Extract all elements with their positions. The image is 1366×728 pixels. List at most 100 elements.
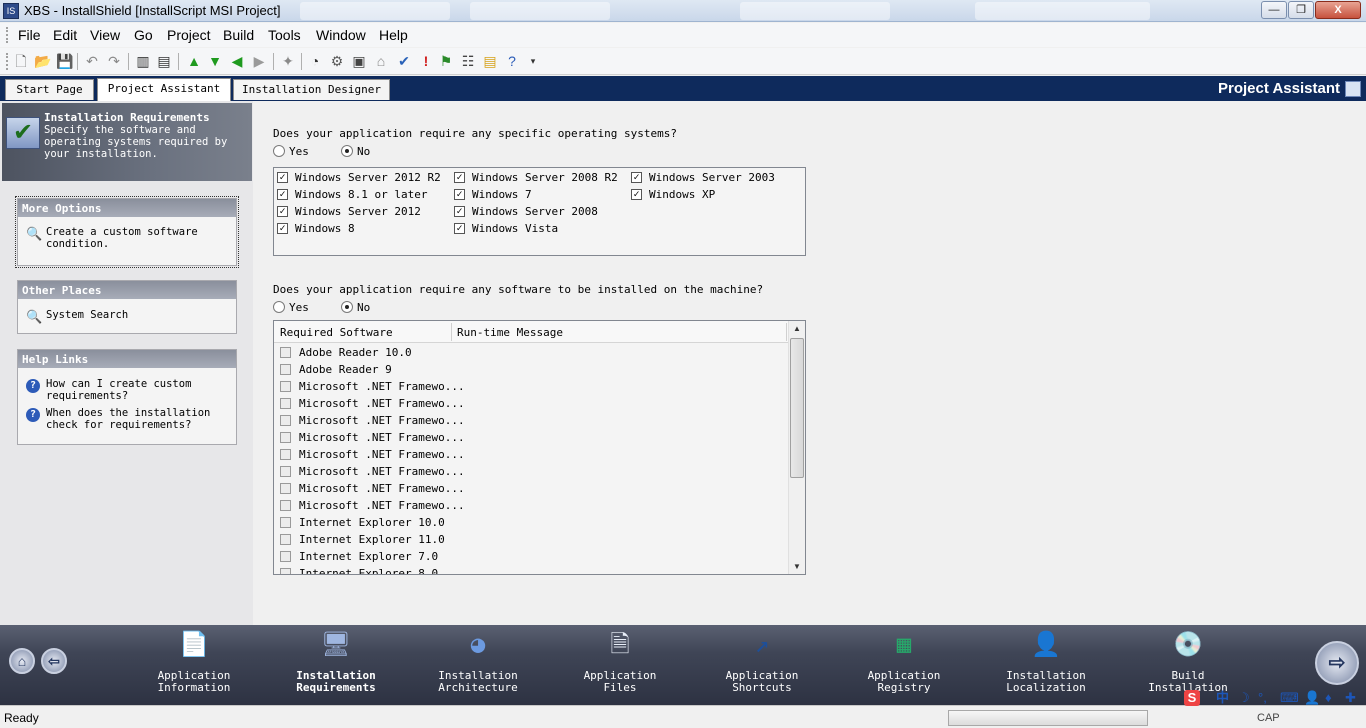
- menu-build[interactable]: Build: [223, 27, 254, 43]
- checkbox-unchecked[interactable]: [280, 381, 291, 392]
- scrollbar-thumb[interactable]: [790, 338, 804, 478]
- tab-start-page[interactable]: Start Page: [5, 79, 94, 100]
- menu-file[interactable]: File: [18, 27, 41, 43]
- menu-help[interactable]: Help: [379, 27, 408, 43]
- software-yes-radio[interactable]: [273, 301, 285, 313]
- close-button[interactable]: X: [1315, 1, 1361, 19]
- moon-icon[interactable]: ☽: [1238, 690, 1250, 706]
- arrow-left-icon[interactable]: ◀: [229, 53, 245, 69]
- checkbox-checked[interactable]: ✓: [277, 223, 288, 234]
- checkbox-unchecked[interactable]: [280, 517, 291, 528]
- compile-icon[interactable]: ◔: [307, 53, 323, 69]
- menu-go[interactable]: Go: [134, 27, 153, 43]
- arrow-right-icon[interactable]: ▶: [251, 53, 267, 69]
- next-button[interactable]: ⇨: [1315, 641, 1359, 685]
- software-name: Microsoft .NET Framewo...: [299, 465, 465, 478]
- os-no-radio[interactable]: [341, 145, 353, 157]
- software-list-scrollbar[interactable]: ▲ ▼: [788, 321, 805, 574]
- arrow-down-icon[interactable]: ▼: [207, 53, 223, 69]
- checkbox-unchecked[interactable]: [280, 432, 291, 443]
- build-icon: 💿: [1173, 630, 1203, 658]
- checkbox-unchecked[interactable]: [280, 364, 291, 375]
- debug-icon[interactable]: ☷: [460, 53, 476, 69]
- validate-icon[interactable]: ✔: [396, 53, 412, 69]
- column-divider[interactable]: [451, 323, 452, 341]
- ime-chinese-mode[interactable]: 中: [1216, 690, 1229, 706]
- menu-tools[interactable]: Tools: [268, 27, 301, 43]
- checkbox-unchecked[interactable]: [280, 534, 291, 545]
- user-icon[interactable]: 👤: [1304, 690, 1320, 706]
- tab-installation-designer[interactable]: Installation Designer: [233, 79, 390, 100]
- scroll-up-arrow-icon[interactable]: ▲: [789, 321, 805, 337]
- arrow-up-icon[interactable]: ▲: [186, 53, 202, 69]
- checkbox-checked[interactable]: ✓: [277, 206, 288, 217]
- save-icon[interactable]: 💾: [56, 53, 73, 69]
- step-installation-architecture[interactable]: ◕ Installation Architecture: [418, 628, 538, 694]
- checkbox-unchecked[interactable]: [280, 568, 291, 574]
- toolbar-overflow-icon[interactable]: ▾: [525, 53, 541, 69]
- step-installation-requirements[interactable]: 🖥 Installation Requirements: [276, 628, 396, 694]
- home-button[interactable]: ⌂: [9, 648, 35, 674]
- checkbox-checked[interactable]: ✓: [631, 172, 642, 183]
- checkbox-unchecked[interactable]: [280, 347, 291, 358]
- release-icon[interactable]: ▣: [351, 53, 367, 69]
- run-icon[interactable]: ⚑: [438, 53, 454, 69]
- package-icon[interactable]: ▤: [482, 53, 498, 69]
- tools-icon[interactable]: ✚: [1345, 690, 1356, 706]
- checkbox-checked[interactable]: ✓: [277, 172, 288, 183]
- checkbox-checked[interactable]: ✓: [454, 206, 465, 217]
- menu-view[interactable]: View: [90, 27, 120, 43]
- panel-right-icon[interactable]: ▤: [156, 53, 172, 69]
- checkbox-checked[interactable]: ✓: [454, 172, 465, 183]
- stop-icon[interactable]: !: [418, 53, 434, 69]
- tab-project-assistant[interactable]: Project Assistant: [97, 78, 231, 101]
- build-icon[interactable]: ⚙: [329, 53, 345, 69]
- checkbox-unchecked[interactable]: [280, 449, 291, 460]
- keyboard-icon[interactable]: ⌨: [1280, 690, 1299, 706]
- checkbox-unchecked[interactable]: [280, 398, 291, 409]
- checkbox-checked[interactable]: ✓: [454, 189, 465, 200]
- menu-window[interactable]: Window: [316, 27, 366, 43]
- architecture-icon: ◕: [470, 630, 486, 658]
- menu-project[interactable]: Project: [167, 27, 211, 43]
- step-installation-localization[interactable]: 👤 Installation Localization: [986, 628, 1106, 694]
- open-folder-icon[interactable]: 📂: [34, 53, 51, 69]
- software-no-radio[interactable]: [341, 301, 353, 313]
- checkbox-unchecked[interactable]: [280, 415, 291, 426]
- checkbox-unchecked[interactable]: [280, 466, 291, 477]
- checkbox-checked[interactable]: ✓: [631, 189, 642, 200]
- help-icon[interactable]: ?: [504, 53, 520, 69]
- shirt-icon[interactable]: ♦: [1325, 690, 1332, 706]
- minimize-button[interactable]: —: [1261, 1, 1287, 19]
- checkbox-checked[interactable]: ✓: [277, 189, 288, 200]
- system-search-link[interactable]: 🔍 System Search: [18, 309, 236, 325]
- column-required-software[interactable]: Required Software: [280, 326, 393, 339]
- column-divider[interactable]: [786, 323, 787, 341]
- new-file-icon[interactable]: 🗋: [13, 53, 29, 69]
- step-application-shortcuts[interactable]: ↗ Application Shortcuts: [702, 628, 822, 694]
- column-runtime-message[interactable]: Run-time Message: [457, 326, 563, 339]
- menu-edit[interactable]: Edit: [53, 27, 77, 43]
- checkbox-unchecked[interactable]: [280, 551, 291, 562]
- sogou-icon[interactable]: S: [1184, 690, 1200, 706]
- back-button[interactable]: ⇦: [41, 648, 67, 674]
- checkbox-unchecked[interactable]: [280, 483, 291, 494]
- checkbox-unchecked[interactable]: [280, 500, 291, 511]
- panel-left-icon[interactable]: ▥: [135, 53, 151, 69]
- punctuation-icon[interactable]: °,: [1258, 690, 1267, 706]
- step-build-installation[interactable]: 💿 Build Installation: [1128, 628, 1248, 694]
- checkbox-checked[interactable]: ✓: [454, 223, 465, 234]
- help-link-custom-requirements[interactable]: ? How can I create custom requirements?: [18, 378, 236, 402]
- wand-icon[interactable]: ✦: [280, 53, 296, 69]
- create-custom-condition-link[interactable]: 🔍 Create a custom software condition.: [18, 226, 236, 250]
- clean-icon[interactable]: ⌂: [373, 53, 389, 69]
- step-application-files[interactable]: 🗎 Application Files: [560, 628, 680, 694]
- undo-icon[interactable]: ↶: [84, 53, 100, 69]
- help-link-check-requirements[interactable]: ? When does the installation check for r…: [18, 407, 236, 431]
- step-application-registry[interactable]: ▦ Application Registry: [844, 628, 964, 694]
- scroll-down-arrow-icon[interactable]: ▼: [789, 559, 805, 574]
- redo-icon[interactable]: ↷: [106, 53, 122, 69]
- os-yes-radio[interactable]: [273, 145, 285, 157]
- restore-button[interactable]: ❐: [1288, 1, 1314, 19]
- step-application-information[interactable]: 📄 Application Information: [134, 628, 254, 694]
